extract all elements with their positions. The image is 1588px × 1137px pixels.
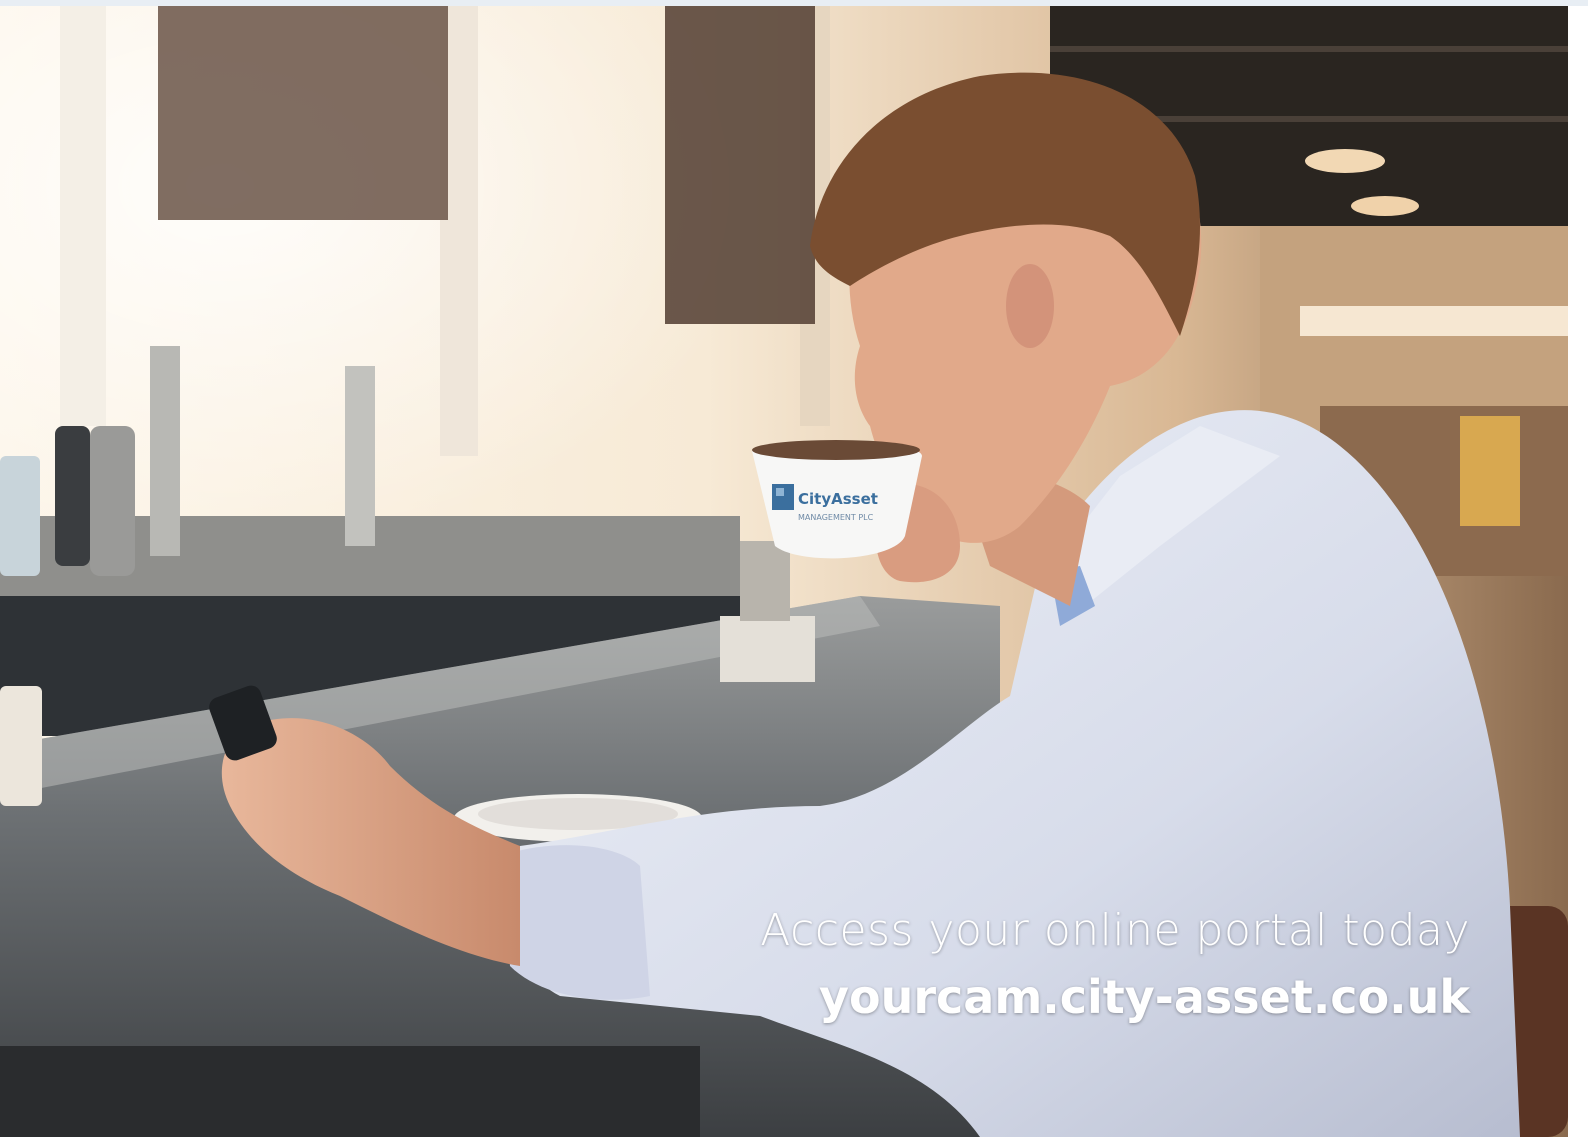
ad-headline: Access your online portal today [760, 905, 1470, 956]
cup-subtitle: MANAGEMENT PLC [798, 513, 874, 522]
cafe-photo: CityAsset MANAGEMENT PLC [0, 6, 1568, 1137]
portal-url: yourcam.city-asset.co.uk [819, 970, 1470, 1024]
cup-brand: CityAsset [798, 490, 878, 508]
advert-page: CityAsset MANAGEMENT PLC Access your onl… [0, 0, 1588, 1137]
coffee-cup: CityAsset MANAGEMENT PLC [752, 440, 922, 559]
right-gutter [1568, 6, 1588, 1137]
